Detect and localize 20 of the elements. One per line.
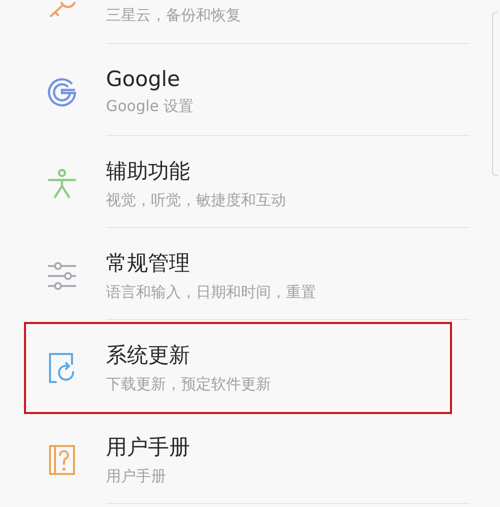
settings-item[interactable]: 辅助功能 视觉，听觉，敏捷度和互动	[24, 138, 472, 230]
settings-item[interactable]: 系统更新 下载更新，预定软件更新	[24, 322, 452, 414]
item-subtitle: Google 设置	[106, 97, 195, 116]
settings-item[interactable]: 常规管理 语言和输入，日期和时间，重置	[24, 230, 472, 322]
item-title: 常规管理	[106, 250, 191, 277]
item-subtitle: 三星云，备份和恢复	[106, 6, 242, 25]
sliders-icon	[46, 260, 78, 292]
item-title: 用户手册	[106, 434, 191, 461]
item-subtitle: 语言和输入，日期和时间，重置	[106, 283, 317, 302]
item-subtitle: 视觉，听觉，敏捷度和互动	[106, 191, 287, 210]
item-subtitle: 用户手册	[106, 467, 167, 486]
accessibility-icon	[46, 168, 78, 200]
settings-item[interactable]: 用户手册 用户手册	[24, 414, 472, 506]
help-book-icon	[46, 444, 78, 476]
item-subtitle: 下载更新，预定软件更新	[106, 375, 272, 394]
item-title: 辅助功能	[106, 158, 191, 185]
settings-item[interactable]: Google Google 设置	[24, 46, 472, 138]
item-title: 系统更新	[106, 342, 191, 369]
item-title: Google	[106, 67, 182, 91]
google-icon	[46, 76, 78, 108]
